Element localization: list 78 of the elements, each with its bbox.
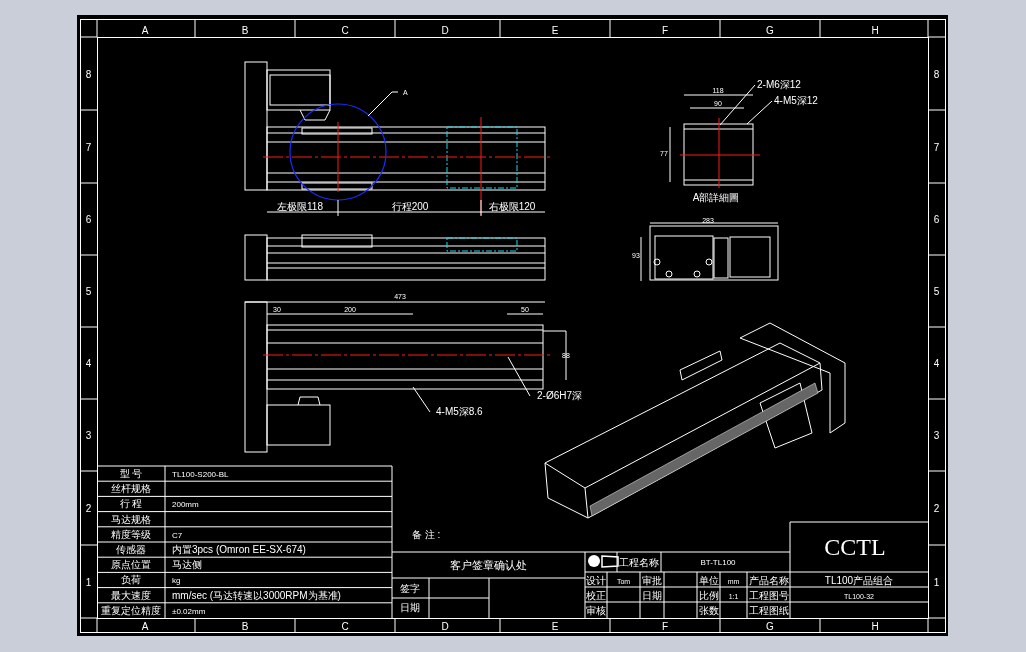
zone-label: 3	[85, 430, 92, 441]
zone-label: C	[341, 25, 349, 36]
sign-label: 日期	[400, 602, 420, 613]
zone-label: E	[551, 25, 559, 36]
zone-label: 3	[933, 430, 940, 441]
customer-sign-title: 客户签章确认处	[449, 559, 527, 571]
zone-label: B	[241, 25, 249, 36]
title-block-label: 工程图纸	[748, 605, 789, 617]
spec-label: 原点位置	[111, 559, 151, 571]
zone-label: G	[766, 621, 774, 632]
title-block-label: 日期	[642, 589, 662, 601]
title-block-label: 审核	[586, 605, 606, 617]
title-block-label: 产品名称	[748, 574, 789, 586]
zone-label: 6	[85, 214, 92, 225]
zone-label: G	[766, 25, 774, 36]
callout-label: 2-M6深12	[757, 79, 801, 90]
spec-value: 200mm	[172, 500, 199, 510]
callout-label: 4-M5深8.6	[436, 406, 483, 417]
title-block-value: TL100产品组合	[824, 574, 894, 586]
spec-label: 丝杆规格	[111, 483, 151, 495]
company-name: CCTL	[824, 534, 886, 560]
company-logo-icon	[588, 555, 619, 568]
spec-label: 马达规格	[111, 513, 151, 525]
title-block-label: 工程图号	[748, 589, 789, 601]
zone-label: 1	[85, 576, 92, 588]
dimension-label: 左极限118	[277, 201, 323, 212]
view-caption: A部詳細圖	[692, 192, 740, 203]
spec-label: 重复定位精度	[101, 604, 161, 616]
spec-label: 型 号	[119, 468, 143, 479]
zone-label: E	[551, 621, 559, 632]
zone-label: 2	[85, 503, 92, 514]
zone-label: D	[441, 621, 449, 632]
callout-label: 2-Ø6H7深	[537, 390, 582, 401]
dimension-label: 右极限120	[488, 201, 536, 212]
zone-label: D	[441, 25, 449, 36]
zone-label: H	[871, 621, 879, 632]
title-block-label: 审批	[642, 574, 662, 586]
zone-label: F	[661, 25, 669, 36]
spec-value: kg	[172, 576, 181, 586]
spec-label: 行 程	[119, 498, 143, 510]
dimension-label: 行程200	[391, 201, 429, 212]
zone-label: 1	[933, 576, 940, 588]
project-name-label: 工程名称	[619, 557, 659, 568]
zone-label: 6	[933, 214, 940, 225]
spec-value: ±0.02mm	[172, 606, 206, 616]
callout-label: 4-M5深12	[774, 95, 818, 106]
title-block-label: 设计	[586, 574, 606, 586]
zone-label: A	[141, 621, 149, 632]
zone-label: A	[141, 25, 149, 36]
spec-label: 传感器	[116, 544, 146, 555]
zone-label: C	[341, 621, 349, 632]
zone-label: 8	[933, 68, 940, 80]
zone-label: 5	[85, 286, 92, 297]
zone-label: 2	[933, 503, 940, 514]
spec-value: 内置3pcs (Omron EE-SX-674)	[172, 544, 306, 555]
zone-label: H	[871, 25, 879, 36]
zone-label: 7	[85, 141, 92, 153]
zone-label: 8	[85, 68, 92, 80]
project-name-value: BT-TL100	[700, 558, 736, 567]
spec-label: 负荷	[121, 574, 141, 586]
zone-label: 4	[85, 358, 92, 369]
sign-label: 签字	[400, 583, 420, 594]
zone-label: 7	[933, 141, 940, 153]
spec-value: TL100-S200-BL	[172, 470, 229, 479]
notes-label: 备 注 :	[412, 529, 441, 540]
title-block-label: 校正	[586, 589, 606, 601]
zone-label: B	[241, 621, 249, 632]
spec-label: 精度等级	[111, 528, 151, 540]
title-block-label: 单位	[698, 574, 719, 586]
spec-label: 最大速度	[111, 589, 151, 601]
spec-value: mm/sec (马达转速以3000RPM为基准)	[172, 589, 341, 601]
title-block-label: 张数	[698, 605, 719, 617]
spec-value: 马达侧	[172, 559, 202, 571]
zone-label: 4	[933, 358, 940, 369]
spec-value: C7	[172, 530, 183, 540]
zone-label: 5	[933, 286, 940, 297]
zone-label: F	[661, 621, 669, 632]
title-block-label: 比例	[698, 589, 719, 601]
